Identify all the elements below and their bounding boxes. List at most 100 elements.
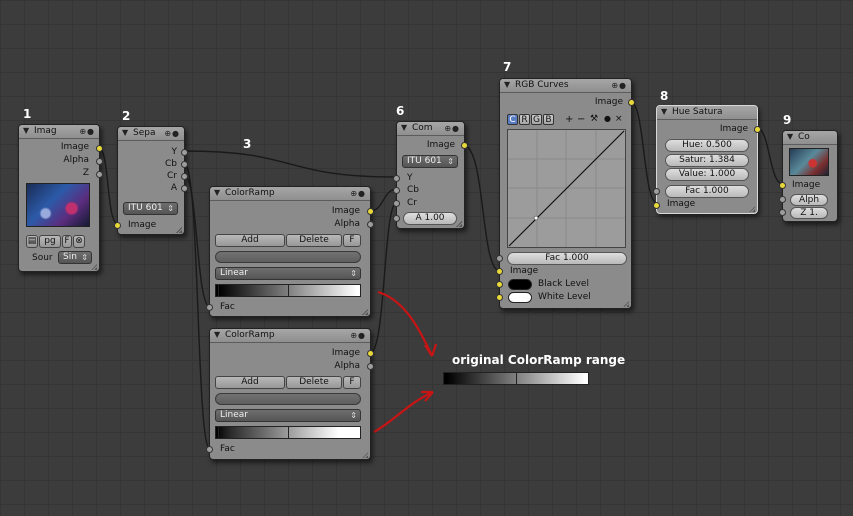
ramp-add-button[interactable]: Add (215, 234, 285, 247)
composite-header[interactable]: ▼ Co (783, 131, 837, 145)
composite-node[interactable]: ▼ Co Image Alph Z 1. (779, 130, 838, 222)
collapse-icon[interactable]: ▼ (504, 80, 510, 89)
socket-in-fac[interactable] (206, 446, 213, 453)
socket-in-a[interactable] (393, 215, 400, 222)
white-level-swatch[interactable] (508, 292, 532, 303)
resize-handle[interactable] (176, 227, 182, 233)
socket-in-fac[interactable] (496, 255, 503, 262)
ramp-color-field[interactable] (215, 251, 361, 263)
resize-handle[interactable] (456, 221, 462, 227)
collapse-icon[interactable]: ▼ (214, 330, 220, 339)
combine-node-header[interactable]: ▼ Com ⊕● (397, 122, 464, 136)
socket-out-alpha[interactable] (367, 363, 374, 370)
input-z-field[interactable]: Z 1. (790, 207, 828, 219)
socket-out-alpha[interactable] (96, 158, 103, 165)
delete-point-icon[interactable]: × (615, 114, 623, 124)
rgb-curves-header[interactable]: ▼ RGB Curves ⊕● (500, 79, 631, 93)
separate-node-header[interactable]: ▼ Sepa ⊕● (118, 127, 184, 141)
node-header-buttons-icon[interactable]: ⊕● (164, 129, 180, 138)
collapse-icon[interactable]: ▼ (122, 128, 128, 137)
ramp-flip-button[interactable]: F (343, 234, 361, 247)
node-header-buttons-icon[interactable]: ⊕● (79, 127, 95, 136)
channel-r-button[interactable]: R (519, 114, 530, 125)
socket-out-image[interactable] (628, 99, 635, 106)
ramp-stop-left[interactable] (218, 285, 219, 296)
socket-in-image[interactable] (779, 182, 786, 189)
socket-out-a[interactable] (181, 185, 188, 192)
socket-out-cb[interactable] (181, 161, 188, 168)
socket-in-fac[interactable] (653, 188, 660, 195)
socket-out-image[interactable] (754, 126, 761, 133)
collapse-icon[interactable]: ▼ (661, 107, 667, 116)
socket-in-black[interactable] (496, 281, 503, 288)
node-header-buttons-icon[interactable]: ⊕● (444, 124, 460, 133)
ramp-stop-mid[interactable] (288, 285, 289, 296)
collapse-icon[interactable]: ▼ (401, 123, 407, 132)
image-node-header[interactable]: ▼ Imag ⊕● (19, 125, 99, 139)
colorramp-top-header[interactable]: ▼ ColorRamp ⊕● (210, 187, 370, 201)
collapse-icon[interactable]: ▼ (23, 126, 29, 135)
resize-handle[interactable] (362, 309, 368, 315)
fac-field[interactable]: Fac 1.000 (665, 185, 749, 198)
rgb-curves-node[interactable]: ▼ RGB Curves ⊕● Image C R G B + − ⚒ ● × … (496, 78, 635, 309)
input-alpha-field[interactable]: Alph (790, 194, 828, 206)
node-header-buttons-icon[interactable]: ⊕● (611, 81, 627, 90)
colorramp-node-bottom[interactable]: ▼ ColorRamp ⊕● Image Alpha Add Delete F … (206, 328, 374, 460)
node-header-buttons-icon[interactable]: ⊕● (350, 331, 366, 340)
ramp-gradient-bar[interactable] (215, 284, 361, 297)
socket-in-image[interactable] (496, 268, 503, 275)
socket-in-cr[interactable] (393, 200, 400, 207)
zoom-out-icon[interactable]: − (577, 114, 585, 125)
image-node[interactable]: ▼ Imag ⊕● Image Alpha Z ▤ pg F ⊗ Sour Si… (18, 124, 103, 272)
socket-out-image[interactable] (461, 142, 468, 149)
node-header-buttons-icon[interactable]: ⊕● (350, 189, 366, 198)
resize-handle[interactable] (91, 264, 97, 270)
combine-ycbcr-node[interactable]: ▼ Com ⊕● Image ITU 601 ⇕ Y Cb Cr A 1.00 (393, 121, 468, 229)
ramp-stop-mid[interactable] (288, 427, 289, 438)
hue-field[interactable]: Hue: 0.500 (665, 139, 749, 152)
collapse-icon[interactable]: ▼ (214, 188, 220, 197)
socket-in-image[interactable] (114, 222, 121, 229)
ramp-stop-left[interactable] (218, 427, 219, 438)
ramp-delete-button[interactable]: Delete (286, 376, 342, 389)
resize-handle[interactable] (623, 301, 629, 307)
socket-out-z[interactable] (96, 171, 103, 178)
socket-in-alpha[interactable] (779, 196, 786, 203)
saturation-field[interactable]: Satur: 1.384 (665, 154, 749, 167)
image-clear-icon[interactable]: ⊗ (73, 235, 85, 248)
ramp-interpolation-select[interactable]: Linear ⇕ (215, 267, 361, 280)
resize-handle[interactable] (749, 206, 755, 212)
channel-g-button[interactable]: G (531, 114, 542, 125)
colorramp-node-top[interactable]: ▼ ColorRamp ⊕● Image Alpha Add Delete F … (206, 186, 374, 317)
socket-out-alpha[interactable] (367, 221, 374, 228)
curve-editor[interactable] (507, 129, 626, 248)
image-file-button[interactable]: pg (39, 235, 61, 248)
socket-out-cr[interactable] (181, 173, 188, 180)
black-level-swatch[interactable] (508, 279, 532, 290)
ramp-gradient-bar[interactable] (215, 426, 361, 439)
channel-b-button[interactable]: B (543, 114, 554, 125)
socket-out-y[interactable] (181, 149, 188, 156)
resize-handle[interactable] (362, 452, 368, 458)
fac-field[interactable]: Fac 1.000 (507, 252, 627, 265)
socket-out-image[interactable] (367, 208, 374, 215)
zoom-in-icon[interactable]: + (565, 114, 573, 125)
curve-graph[interactable] (508, 130, 625, 247)
ycc-mode-select[interactable]: ITU 601 ⇕ (123, 202, 178, 215)
socket-in-cb[interactable] (393, 187, 400, 194)
socket-out-image[interactable] (367, 350, 374, 357)
collapse-icon[interactable]: ▼ (787, 132, 793, 141)
socket-in-fac[interactable] (206, 304, 213, 311)
input-a-field[interactable]: A 1.00 (403, 212, 457, 225)
tools-wrench-icon[interactable]: ⚒ (590, 114, 598, 124)
socket-in-z[interactable] (779, 209, 786, 216)
ramp-color-field[interactable] (215, 393, 361, 405)
hue-sat-header[interactable]: ▼ Hue Satura (657, 106, 757, 120)
ramp-delete-button[interactable]: Delete (286, 234, 342, 247)
ramp-add-button[interactable]: Add (215, 376, 285, 389)
channel-c-button[interactable]: C (507, 114, 518, 125)
value-field[interactable]: Value: 1.000 (665, 168, 749, 181)
hue-saturation-node[interactable]: ▼ Hue Satura Image Hue: 0.500 Satur: 1.3… (653, 105, 761, 214)
ramp-interpolation-select[interactable]: Linear ⇕ (215, 409, 361, 422)
socket-in-white[interactable] (496, 294, 503, 301)
